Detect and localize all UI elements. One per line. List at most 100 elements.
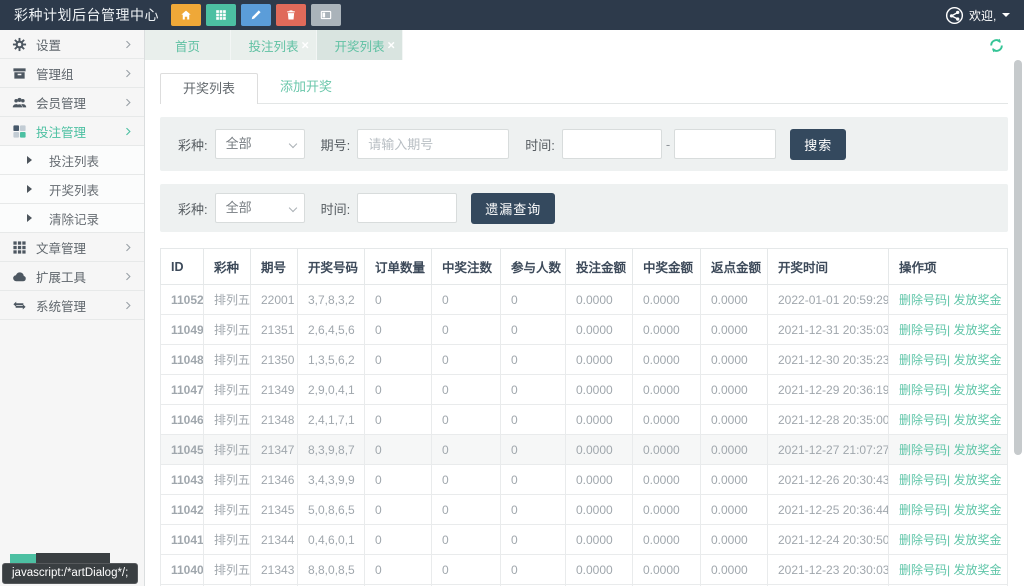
sidebar-item-投注列表[interactable]: 投注列表 bbox=[0, 146, 144, 175]
table-cell: 8,8,0,8,5 bbox=[298, 555, 365, 585]
miss-time-input[interactable] bbox=[357, 193, 457, 223]
cloud-icon bbox=[12, 269, 27, 284]
users-icon bbox=[12, 95, 27, 110]
table-cell: 0 bbox=[365, 405, 432, 435]
table-cell: 0 bbox=[501, 465, 566, 495]
sidebar-item-管理组[interactable]: 管理组 bbox=[0, 59, 144, 88]
table-cell: 0.0000 bbox=[701, 435, 768, 465]
time-start-input[interactable] bbox=[562, 129, 662, 159]
delete-number-link[interactable]: 删除号码 bbox=[899, 293, 947, 307]
sidebar-item-label: 开奖列表 bbox=[49, 180, 134, 199]
table-cell: 0.0000 bbox=[566, 405, 633, 435]
table-row: 11041排列五213440,4,6,0,10000.00000.00000.0… bbox=[161, 525, 1008, 555]
caret-right-icon bbox=[27, 214, 32, 222]
home-button[interactable] bbox=[171, 4, 201, 26]
nav-tab-label: 开奖列表 bbox=[334, 36, 384, 55]
grant-prize-link[interactable]: 发放奖金 bbox=[953, 353, 1001, 367]
scrollbar-thumb[interactable] bbox=[1014, 60, 1022, 455]
table-cell: 21351 bbox=[251, 315, 298, 345]
table-row: 11040排列五213438,8,0,8,50000.00000.00000.0… bbox=[161, 555, 1008, 585]
table-cell: 0 bbox=[365, 525, 432, 555]
grant-prize-link[interactable]: 发放奖金 bbox=[953, 473, 1001, 487]
sidebar-item-开奖列表[interactable]: 开奖列表 bbox=[0, 175, 144, 204]
sidebar-item-系统管理[interactable]: 系统管理 bbox=[0, 291, 144, 320]
table-cell: 0.0000 bbox=[633, 375, 701, 405]
columns-button[interactable] bbox=[311, 4, 341, 26]
chevron-right-icon bbox=[123, 271, 134, 282]
trash-button[interactable] bbox=[276, 4, 306, 26]
actions-cell: 删除号码| 发放奖金 bbox=[889, 435, 1008, 465]
delete-number-link[interactable]: 删除号码 bbox=[899, 443, 947, 457]
miss-query-button[interactable]: 遗漏查询 bbox=[471, 193, 555, 224]
table-cell: 11042 bbox=[161, 495, 204, 525]
table-cell: 0 bbox=[432, 555, 501, 585]
table-cell: 0.0000 bbox=[701, 495, 768, 525]
pencil-button[interactable] bbox=[241, 4, 271, 26]
delete-number-link[interactable]: 删除号码 bbox=[899, 383, 947, 397]
table-cell: 2021-12-25 20:36:44 bbox=[768, 495, 889, 525]
close-icon[interactable]: × bbox=[301, 39, 309, 52]
table-cell: 0.0000 bbox=[701, 405, 768, 435]
lottery-select[interactable]: 全部 bbox=[215, 193, 305, 223]
refresh-button[interactable] bbox=[988, 37, 1005, 54]
table-cell: 0.0000 bbox=[701, 285, 768, 315]
table-cell: 0 bbox=[501, 375, 566, 405]
delete-number-link[interactable]: 删除号码 bbox=[899, 533, 947, 547]
delete-number-link[interactable]: 删除号码 bbox=[899, 473, 947, 487]
grant-prize-link[interactable]: 发放奖金 bbox=[953, 293, 1001, 307]
actions-cell: 删除号码| 发放奖金 bbox=[889, 315, 1008, 345]
table-cell: 2021-12-24 20:30:50 bbox=[768, 525, 889, 555]
sidebar-item-扩展工具[interactable]: 扩展工具 bbox=[0, 262, 144, 291]
grant-prize-link[interactable]: 发放奖金 bbox=[953, 563, 1001, 577]
time-end-input[interactable] bbox=[674, 129, 776, 159]
delete-number-link[interactable]: 删除号码 bbox=[899, 353, 947, 367]
table-cell: 21348 bbox=[251, 405, 298, 435]
delete-number-link[interactable]: 删除号码 bbox=[899, 413, 947, 427]
sidebar-item-设置[interactable]: 设置 bbox=[0, 30, 144, 59]
sidebar: 设置管理组会员管理投注管理投注列表开奖列表清除记录文章管理扩展工具系统管理 bbox=[0, 30, 145, 586]
nav-tab-投注列表[interactable]: 投注列表× bbox=[231, 30, 317, 60]
grid-button[interactable] bbox=[206, 4, 236, 26]
lottery-select[interactable]: 全部 bbox=[215, 129, 305, 159]
sync-icon bbox=[12, 298, 27, 313]
delete-number-link[interactable]: 删除号码 bbox=[899, 503, 947, 517]
table-cell: 0 bbox=[432, 435, 501, 465]
tab-add-draw[interactable]: 添加开奖 bbox=[258, 72, 354, 103]
grant-prize-link[interactable]: 发放奖金 bbox=[953, 323, 1001, 337]
sidebar-item-会员管理[interactable]: 会员管理 bbox=[0, 88, 144, 117]
gear-icon bbox=[12, 37, 27, 52]
grant-prize-link[interactable]: 发放奖金 bbox=[953, 533, 1001, 547]
delete-number-link[interactable]: 删除号码 bbox=[899, 563, 947, 577]
close-icon[interactable]: × bbox=[387, 39, 395, 52]
grant-prize-link[interactable]: 发放奖金 bbox=[953, 413, 1001, 427]
tab-bar: 首页投注列表×开奖列表× bbox=[145, 30, 1024, 60]
table-cell: 0.0000 bbox=[701, 375, 768, 405]
sidebar-item-投注管理[interactable]: 投注管理 bbox=[0, 117, 144, 146]
grant-prize-link[interactable]: 发放奖金 bbox=[953, 383, 1001, 397]
table-cell: 0.0000 bbox=[566, 525, 633, 555]
sidebar-item-文章管理[interactable]: 文章管理 bbox=[0, 233, 144, 262]
grant-prize-link[interactable]: 发放奖金 bbox=[953, 443, 1001, 457]
column-header: 参与人数 bbox=[501, 249, 566, 285]
tab-draw-list[interactable]: 开奖列表 bbox=[160, 73, 258, 104]
grant-prize-link[interactable]: 发放奖金 bbox=[953, 503, 1001, 517]
table-cell: 0 bbox=[365, 375, 432, 405]
table-header-row: ID彩种期号开奖号码订单数量中奖注数参与人数投注金额中奖金额返点金额开奖时间操作… bbox=[161, 249, 1008, 285]
table-cell: 0 bbox=[501, 435, 566, 465]
chevron-down-icon bbox=[1002, 13, 1010, 17]
search-button[interactable]: 搜索 bbox=[790, 129, 846, 160]
table-cell: 0,4,6,0,1 bbox=[298, 525, 365, 555]
chevron-right-icon bbox=[123, 39, 134, 50]
table-row: 11045排列五213478,3,9,8,70000.00000.00000.0… bbox=[161, 435, 1008, 465]
sidebar-item-清除记录[interactable]: 清除记录 bbox=[0, 204, 144, 233]
delete-number-link[interactable]: 删除号码 bbox=[899, 323, 947, 337]
nav-tab-开奖列表[interactable]: 开奖列表× bbox=[317, 30, 403, 60]
table-cell: 21344 bbox=[251, 525, 298, 555]
user-menu[interactable]: 欢迎, bbox=[937, 0, 1024, 30]
table-cell: 11048 bbox=[161, 345, 204, 375]
issue-label: 期号: bbox=[321, 135, 351, 154]
issue-input[interactable] bbox=[357, 129, 509, 159]
table-cell: 2021-12-30 20:35:23 bbox=[768, 345, 889, 375]
nav-tab-首页[interactable]: 首页 bbox=[145, 30, 231, 60]
table-cell: 3,4,3,9,9 bbox=[298, 465, 365, 495]
